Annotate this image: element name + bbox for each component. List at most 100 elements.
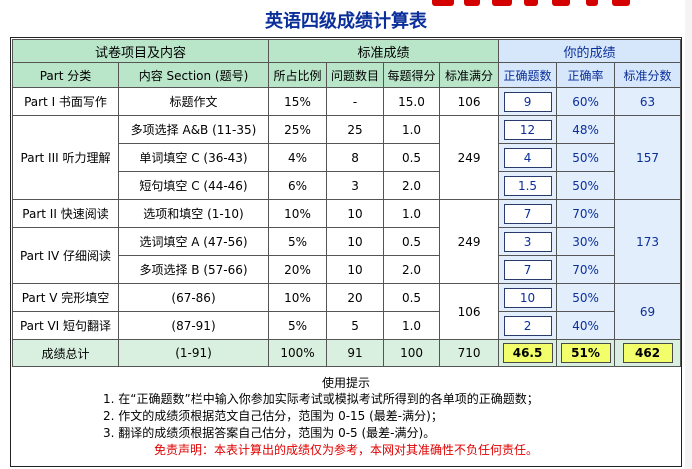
- rate-cell: 40%: [556, 311, 616, 340]
- ratio-cell: 5%: [268, 311, 328, 340]
- correct-input-cell: 4: [498, 143, 558, 172]
- col-header-correct: 正确题数: [498, 62, 558, 88]
- ratio-cell: 5%: [268, 227, 328, 256]
- banner-decoration: [586, 0, 598, 6]
- full-cell: 249: [439, 115, 500, 200]
- part-label: Part II 快速阅读: [12, 199, 119, 228]
- total-correct-cell: 46.5: [498, 339, 558, 367]
- score-cell: 157: [614, 115, 682, 200]
- rate-cell: 30%: [556, 227, 616, 256]
- banner-decoration: [524, 0, 538, 6]
- col-header-score: 标准分数: [614, 62, 682, 88]
- full-cell: 106: [439, 87, 500, 116]
- group-header-yours: 你的成绩: [498, 39, 682, 63]
- count-cell: 5: [326, 311, 385, 340]
- table-row: Part VI 短句翻译 (87-91) 5% 5 1.0 2 40%: [12, 311, 681, 340]
- total-score-cell: 462: [614, 339, 682, 367]
- correct-input-cell: 10: [498, 283, 558, 312]
- per-cell: 1.0: [383, 115, 441, 144]
- ratio-cell: 4%: [268, 143, 328, 172]
- correct-count-input[interactable]: 9: [503, 91, 552, 112]
- col-header-ratio: 所占比例: [268, 62, 328, 88]
- part-label: Part III 听力理解: [12, 115, 119, 200]
- correct-count-input[interactable]: 7: [503, 259, 552, 280]
- banner-decoration: [612, 0, 630, 6]
- rate-cell: 50%: [556, 283, 616, 312]
- count-cell: 3: [326, 171, 385, 200]
- correct-input-cell: 1.5: [498, 171, 558, 200]
- correct-count-input[interactable]: 4: [503, 147, 552, 168]
- part-label: Part IV 仔细阅读: [12, 227, 119, 284]
- total-rate: 51%: [560, 343, 611, 363]
- page-title: 英语四级成绩计算表: [265, 11, 427, 32]
- section-label: 多项选择 A&B (11-35): [117, 115, 270, 144]
- total-rate-cell: 51%: [556, 339, 616, 367]
- note-line: 1. 在“正确题数”栏中输入你参加实际考试或模拟考试所得到的各单项的正确题数；: [103, 392, 539, 406]
- section-label: (87-91): [117, 311, 270, 340]
- banner-decoration: [432, 0, 454, 6]
- part-label: Part VI 短句翻译: [12, 311, 119, 340]
- total-full: 710: [439, 339, 500, 367]
- ratio-cell: 6%: [268, 171, 328, 200]
- rate-cell: 48%: [556, 115, 616, 144]
- correct-input-cell: 3: [498, 227, 558, 256]
- banner-decoration: [552, 0, 570, 6]
- per-cell: 0.5: [383, 283, 441, 312]
- ratio-cell: 10%: [268, 199, 328, 228]
- table-row: Part II 快速阅读 选项和填空 (1-10) 10% 10 1.0 249…: [12, 199, 682, 284]
- per-cell: 1.0: [383, 311, 441, 340]
- part-label: Part V 完形填空: [12, 283, 119, 312]
- col-header-rate: 正确率: [556, 62, 616, 88]
- score-table: 试卷项目及内容 标准成绩 你的成绩 Part 分类 内容 Section (题号…: [11, 39, 682, 367]
- section-label: 标题作文: [117, 87, 270, 116]
- group-header-paper: 试卷项目及内容: [11, 39, 270, 63]
- correct-count-input[interactable]: 7: [503, 203, 552, 224]
- col-header-part: Part 分类: [12, 62, 119, 88]
- per-cell: 0.5: [383, 143, 441, 172]
- count-cell: 10: [326, 199, 385, 228]
- total-count: 91: [326, 339, 385, 367]
- total-label: 成绩总计: [12, 339, 119, 367]
- count-cell: 10: [326, 255, 385, 284]
- correct-count-input[interactable]: 3: [503, 231, 552, 252]
- total-ratio: 100%: [268, 339, 328, 367]
- per-cell: 1.0: [383, 199, 441, 228]
- per-cell: 2.0: [383, 171, 441, 200]
- correct-count-input[interactable]: 10: [503, 287, 552, 308]
- per-cell: 0.5: [383, 227, 441, 256]
- score-cell: 63: [614, 87, 682, 116]
- full-cell: 106: [439, 283, 500, 340]
- ratio-cell: 25%: [268, 115, 328, 144]
- section-label: 选项和填空 (1-10): [117, 199, 270, 228]
- ratio-cell: 20%: [268, 255, 328, 284]
- table-row: Part IV 仔细阅读 选词填空 A (47-56) 5% 10 0.5 3 …: [12, 227, 681, 284]
- total-correct: 46.5: [502, 343, 553, 363]
- note-line: 3. 翻译的成绩须根据答案自己估分，范围为 0-5 (最差-满分)。: [103, 426, 436, 440]
- count-cell: 8: [326, 143, 385, 172]
- score-cell: 69: [614, 283, 682, 340]
- count-cell: -: [326, 87, 385, 116]
- section-label: 选词填空 A (47-56): [117, 227, 270, 256]
- full-cell: 249: [439, 199, 500, 284]
- correct-input-cell: 12: [498, 115, 558, 144]
- correct-input-cell: 7: [498, 199, 558, 228]
- score-cell: 173: [614, 199, 682, 284]
- correct-input-cell: 7: [498, 255, 558, 284]
- note-line: 2. 作文的成绩须根据范文自己估分，范围为 0-15 (最差-满分)；: [103, 409, 443, 423]
- banner-decoration: [492, 0, 512, 6]
- per-cell: 15.0: [383, 87, 441, 116]
- per-cell: 2.0: [383, 255, 441, 284]
- ratio-cell: 15%: [268, 87, 328, 116]
- ratio-cell: 10%: [268, 283, 328, 312]
- scrollbar-track[interactable]: [685, 0, 692, 469]
- correct-count-input[interactable]: 1.5: [503, 175, 552, 196]
- banner-decoration: [464, 0, 480, 6]
- correct-input-cell: 2: [498, 311, 558, 340]
- rate-cell: 50%: [556, 143, 616, 172]
- correct-count-input[interactable]: 2: [503, 315, 552, 336]
- part-label: Part I 书面写作: [12, 87, 119, 116]
- count-cell: 25: [326, 115, 385, 144]
- correct-count-input[interactable]: 12: [503, 119, 552, 140]
- rate-cell: 50%: [556, 171, 616, 200]
- rate-cell: 60%: [556, 87, 616, 116]
